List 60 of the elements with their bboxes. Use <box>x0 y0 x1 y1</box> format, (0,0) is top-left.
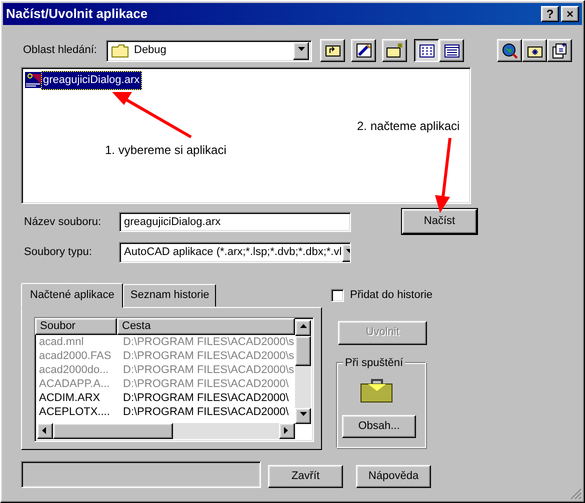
column-header[interactable]: Cesta <box>117 318 295 334</box>
table-cell-text: D:\PROGRAM FILES\ACAD2000\s <box>122 362 296 376</box>
column-header[interactable]: Soubor <box>35 318 117 334</box>
globe-search-button[interactable] <box>497 39 522 62</box>
load-button[interactable]: Načíst <box>402 209 477 234</box>
folder-icon <box>111 44 129 58</box>
table-cell-text: acad2000.FAS <box>38 348 112 362</box>
table-cell-text: acad2000do... <box>38 362 110 376</box>
vertical-scrollbar[interactable] <box>295 320 311 424</box>
horizontal-scrollbar[interactable] <box>37 422 295 438</box>
title-bar-button[interactable]: ? <box>541 6 559 22</box>
dialog-button[interactable]: Zavřít <box>268 464 343 488</box>
caret-left-icon <box>42 427 48 434</box>
contents-button[interactable]: Obsah... <box>342 414 416 438</box>
table-cell-text: D:\PROGRAM FILES\ACAD2000\s <box>122 334 296 348</box>
details-view-icon <box>442 42 460 60</box>
up-folder-button[interactable] <box>320 39 345 62</box>
new-folder-icon <box>386 42 404 60</box>
globe-search-icon <box>500 42 518 60</box>
tab[interactable]: Seznam historie <box>123 284 216 306</box>
dialog-button[interactable]: Nápověda <box>356 464 431 488</box>
add-file-button[interactable] <box>547 39 572 62</box>
table-cell-text: acad.mnl <box>38 334 85 348</box>
list-view-icon <box>418 42 436 60</box>
folder-star-button[interactable] <box>522 39 547 62</box>
tab[interactable]: Načtené aplikace <box>21 283 124 308</box>
briefcase-icon <box>360 378 394 404</box>
new-folder-button[interactable] <box>382 39 407 62</box>
file-name-field[interactable]: greagujiciDialog.arx <box>119 212 351 232</box>
caret-right-icon <box>284 427 290 434</box>
desktop-button[interactable] <box>351 39 376 62</box>
annotation-text: 1. vybereme si aplikaci <box>105 142 226 159</box>
dropdown-button[interactable] <box>293 42 309 60</box>
table-cell-text: D:\PROGRAM FILES\ACAD2000\ <box>122 390 290 404</box>
file-type-combo[interactable]: AutoCAD aplikace (*.arx;*.lsp;*.dvb;*.dbx;*.vl <box>119 242 351 263</box>
table-cell-text: D:\PROGRAM FILES\ACAD2000\ <box>122 404 290 418</box>
details-view-button[interactable] <box>439 39 464 62</box>
group-box-title: Při spuštění <box>343 354 406 371</box>
look-in-label: Oblast hledání: <box>23 43 97 58</box>
window-title: Načíst/Uvolnit aplikace <box>6 5 148 24</box>
title-bar-button[interactable]: × <box>561 6 579 22</box>
file-type-label: Soubory typu: <box>24 245 93 260</box>
add-file-icon <box>550 42 568 60</box>
file-type-value: AutoCAD aplikace (*.arx;*.lsp;*.dvb;*.dbx;*.vl <box>124 245 342 260</box>
table-cell-text: D:\PROGRAM FILES\ACAD2000\s <box>122 348 296 362</box>
file-name-label: Název souboru: <box>24 214 102 230</box>
checkbox[interactable] <box>331 288 344 302</box>
file-item[interactable]: greagujiciDialog.arx <box>25 71 467 90</box>
checkbox-label: Přidat do historie <box>350 288 433 303</box>
table-cell-text: ACDIM.ARX <box>38 390 102 404</box>
annotation-text: 2. načteme aplikaci <box>357 118 460 135</box>
look-in-combo[interactable]: Debug <box>106 40 312 62</box>
arx-file-icon <box>25 72 41 88</box>
table-cell-text: ACADAPP.A... <box>38 376 111 390</box>
look-in-value: Debug <box>134 43 166 58</box>
table-cell-text: D:\PROGRAM FILES\ACAD2000\ <box>122 376 290 390</box>
table-cell-text: ACEPLOTX.... <box>38 404 111 418</box>
resize-grip-icon <box>570 488 582 500</box>
caret-up-icon <box>300 324 306 331</box>
list-view-button[interactable] <box>414 39 439 62</box>
